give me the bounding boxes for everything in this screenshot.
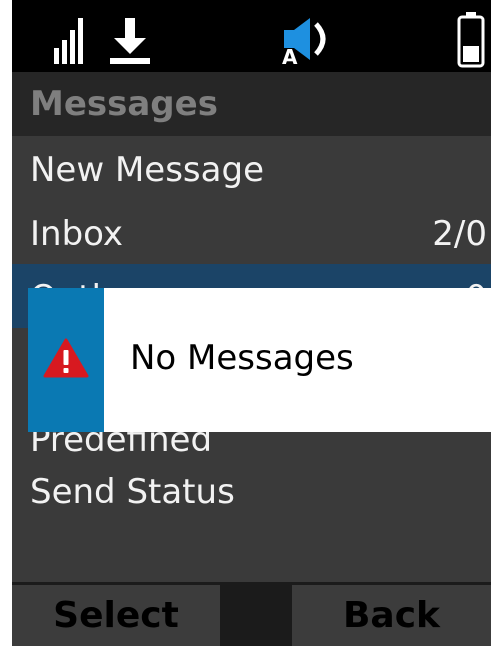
warning-icon xyxy=(43,338,89,378)
download-icon xyxy=(110,18,150,64)
menu-item-count: 2/0 xyxy=(432,214,487,254)
speaker-badge: A xyxy=(282,45,298,66)
menu-item-label: Inbox xyxy=(30,214,124,254)
select-softkey[interactable]: Select xyxy=(12,585,220,646)
device-screen: A Messages New Message Inbox 2/0 Outbox … xyxy=(12,0,491,646)
title-bar: Messages xyxy=(12,72,491,136)
speaker-icon: A xyxy=(282,18,326,66)
battery-icon xyxy=(457,12,485,68)
popup-message: No Messages xyxy=(130,338,354,378)
menu-item-send-status[interactable]: Send Status xyxy=(12,458,491,522)
signal-icon xyxy=(54,18,83,64)
back-softkey[interactable]: Back xyxy=(292,585,491,646)
page-title: Messages xyxy=(30,84,218,124)
menu-item-inbox[interactable]: Inbox 2/0 xyxy=(12,200,491,264)
status-bar: A xyxy=(12,0,491,72)
popup-stripe xyxy=(28,288,104,432)
no-messages-popup: No Messages xyxy=(28,288,491,432)
menu-item-label: New Message xyxy=(30,150,264,190)
softkey-bar: Select Back xyxy=(12,582,491,646)
menu-item-label: Send Status xyxy=(30,472,235,512)
menu-item-new-message[interactable]: New Message xyxy=(12,136,491,200)
